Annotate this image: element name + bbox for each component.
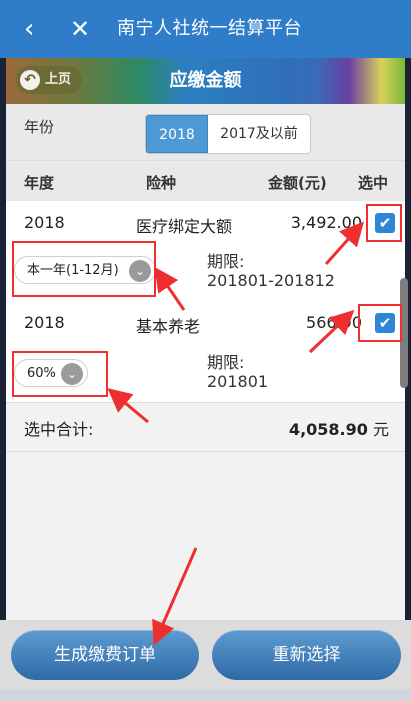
annotation-arrow — [324, 221, 365, 266]
annotation-arrow — [152, 547, 198, 646]
phone-screen: ‹ ✕ 南宁人社统一结算平台 ↶ 上页 应缴金额 年份 2018 2017及以前… — [0, 0, 411, 701]
annotation-arrow — [308, 309, 355, 354]
annotation-arrows — [107, 221, 365, 646]
annotation-arrow — [107, 388, 149, 424]
annotation-arrow — [154, 267, 186, 311]
